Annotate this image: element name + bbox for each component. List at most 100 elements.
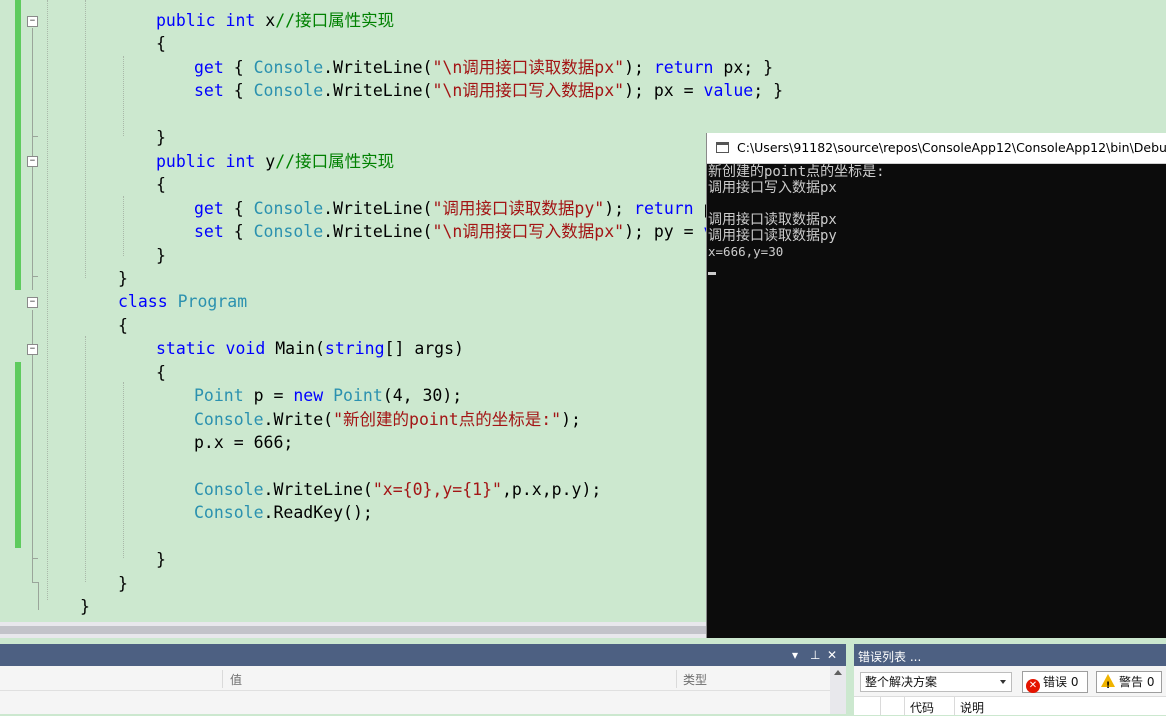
- scrollbar-thumb[interactable]: [0, 626, 706, 634]
- code-token: Console: [194, 503, 264, 523]
- errors-filter-button[interactable]: ✕ 错误 0: [1022, 671, 1088, 693]
- code-token: "\n调用接口写入数据px": [432, 81, 625, 101]
- code-token: "\n调用接口写入数据px": [432, 222, 625, 242]
- column-separator: [954, 697, 955, 715]
- outline-guide-end: [32, 136, 38, 137]
- code-token: Console: [253, 198, 324, 218]
- code-token: }: [80, 597, 90, 617]
- code-token: void: [225, 339, 266, 359]
- code-token: px; }: [713, 57, 774, 77]
- column-separator: [904, 697, 905, 715]
- error-list-title-bar[interactable]: 错误列表 ...: [854, 644, 1166, 666]
- code-line: }: [80, 596, 90, 618]
- code-line: get { Console.WriteLine("\n调用接口读取数据px");…: [194, 57, 773, 79]
- column-header-value[interactable]: 值: [230, 671, 242, 688]
- code-token: Console: [194, 409, 264, 429]
- fold-toggle-icon[interactable]: −: [27, 16, 38, 27]
- code-token: }: [156, 550, 166, 570]
- panel-dropdown-button[interactable]: ▾: [792, 646, 798, 664]
- code-line: }: [156, 549, 166, 571]
- indent-guide: [85, 0, 86, 278]
- fold-toggle-icon[interactable]: −: [27, 344, 38, 355]
- code-token: {: [223, 198, 254, 218]
- code-token: }: [156, 245, 166, 265]
- indent-guide: [85, 336, 86, 582]
- code-token: .WriteLine(: [263, 480, 373, 499]
- column-header-type[interactable]: 类型: [683, 671, 707, 688]
- code-token: }: [156, 128, 166, 148]
- column-separator: [222, 670, 223, 688]
- code-token: set: [194, 222, 224, 242]
- code-token: .Write(: [263, 409, 334, 429]
- code-token: //接口属性实现: [275, 151, 395, 171]
- error-scope-dropdown[interactable]: 整个解决方案: [860, 672, 1012, 692]
- indent-guide: [123, 56, 124, 136]
- code-token: );: [624, 57, 654, 77]
- locals-panel-title-bar[interactable]: ▾ ⊥ ✕: [0, 644, 846, 666]
- code-line: }: [156, 245, 166, 267]
- console-window[interactable]: C:\Users\91182\source\repos\ConsoleApp12…: [706, 133, 1166, 644]
- code-token: Console: [194, 480, 264, 499]
- code-token: .ReadKey();: [263, 503, 373, 523]
- code-token: }: [118, 268, 128, 288]
- code-token: public: [156, 151, 216, 171]
- code-token: y: [255, 151, 276, 171]
- indent-guide: [47, 0, 48, 600]
- console-line: 调用接口写入数据px: [708, 180, 837, 196]
- column-header-description[interactable]: 说明: [960, 699, 984, 716]
- code-token: ); px =: [624, 81, 704, 101]
- code-token: int: [225, 11, 256, 30]
- code-token: //接口属性实现: [275, 11, 395, 30]
- code-token: Console: [253, 222, 324, 242]
- column-header-code[interactable]: 代码: [910, 699, 934, 716]
- code-token: Console: [253, 57, 324, 77]
- code-token: );: [561, 409, 581, 429]
- code-line: }: [118, 268, 128, 290]
- console-title-bar[interactable]: C:\Users\91182\source\repos\ConsoleApp12…: [707, 133, 1166, 164]
- code-token: new: [293, 386, 324, 406]
- code-token: (4, 30);: [382, 386, 463, 406]
- code-line: {: [118, 315, 128, 337]
- console-app-icon: [716, 142, 729, 153]
- code-line: {: [156, 362, 166, 384]
- code-line: Point p = new Point(4, 30);: [194, 385, 462, 407]
- code-token: }: [118, 573, 128, 593]
- code-token: .WriteLine(: [323, 222, 433, 242]
- code-line: {: [156, 33, 166, 55]
- code-token: {: [223, 57, 254, 77]
- code-line: Console.ReadKey();: [194, 502, 373, 524]
- locals-vertical-scrollbar[interactable]: [830, 666, 846, 714]
- code-token: public: [156, 11, 216, 30]
- code-line: {: [156, 174, 166, 196]
- panel-close-button[interactable]: ✕: [827, 646, 837, 664]
- error-list-title: 错误列表 ...: [858, 650, 922, 664]
- code-token: class: [118, 292, 168, 312]
- fold-toggle-icon[interactable]: −: [27, 297, 38, 308]
- change-indicator-bar: [15, 362, 21, 548]
- code-token: .WriteLine(: [323, 57, 433, 77]
- code-token: [] args): [384, 339, 464, 359]
- panel-pin-button[interactable]: ⊥: [810, 646, 820, 664]
- bottom-dock: ▾ ⊥ ✕ 值 类型 错误列表 ... 整个解决方案 ✕错误 0 !警告 0: [0, 638, 1166, 716]
- code-line: public int y//接口属性实现: [156, 151, 394, 173]
- locals-column-header: 值 类型: [0, 666, 830, 691]
- code-token: ; }: [753, 81, 784, 101]
- change-indicator-bar: [15, 0, 21, 290]
- warnings-count-label: 警告 0: [1119, 675, 1155, 689]
- code-token: Point: [333, 386, 383, 406]
- code-token: "x={0},y={1}": [372, 480, 502, 499]
- warnings-filter-button[interactable]: ! 警告 0: [1096, 671, 1162, 693]
- code-token: {: [223, 222, 254, 242]
- scroll-up-arrow-icon[interactable]: [834, 670, 842, 675]
- code-token: Point: [194, 386, 244, 406]
- fold-toggle-icon[interactable]: −: [27, 156, 38, 167]
- code-token: return: [653, 57, 714, 77]
- console-output: 新创建的point点的坐标是: 调用接口写入数据px 调用接口读取数据px 调用…: [707, 164, 1166, 644]
- code-token: "新创建的point点的坐标是:": [333, 409, 562, 429]
- chevron-down-icon: [1000, 680, 1006, 684]
- code-token: {: [156, 175, 166, 195]
- locals-panel: ▾ ⊥ ✕ 值 类型: [0, 644, 846, 714]
- code-token: static: [156, 339, 216, 359]
